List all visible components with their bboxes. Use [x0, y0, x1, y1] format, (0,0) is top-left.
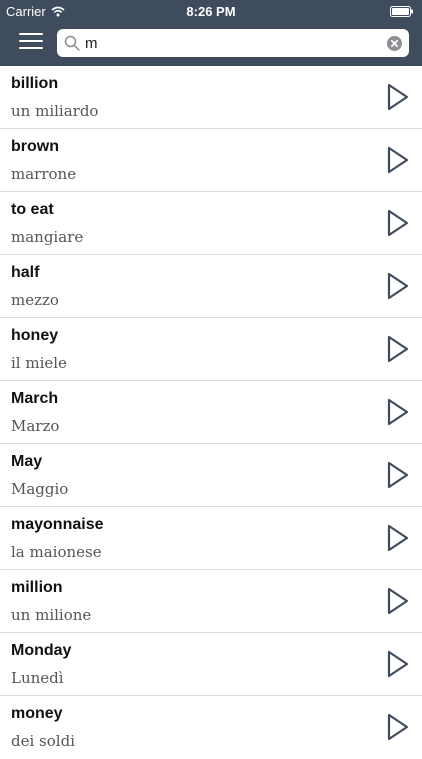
list-item[interactable]: mayonnaise la maionese: [0, 507, 422, 570]
english-word: to eat: [11, 201, 54, 218]
list-item[interactable]: Monday Lunedì: [0, 633, 422, 696]
list-item[interactable]: million un milione: [0, 570, 422, 633]
italian-translation: un milione: [11, 606, 92, 624]
italian-translation: mangiare: [11, 228, 84, 246]
play-icon[interactable]: [386, 334, 410, 364]
menu-line: [19, 40, 43, 42]
italian-translation: marrone: [11, 165, 77, 183]
play-icon[interactable]: [386, 82, 410, 112]
status-time: 8:26 PM: [186, 4, 236, 19]
search-box[interactable]: [57, 29, 409, 57]
play-icon[interactable]: [386, 397, 410, 427]
word-list: billion un miliardo brown marrone to eat…: [0, 66, 422, 759]
list-item[interactable]: honey il miele: [0, 318, 422, 381]
italian-translation: Maggio: [11, 480, 69, 498]
english-word: brown: [11, 138, 59, 155]
play-icon[interactable]: [386, 712, 410, 742]
nav-bar: [0, 22, 422, 66]
english-word: honey: [11, 327, 59, 344]
english-word: million: [11, 579, 63, 596]
list-item[interactable]: half mezzo: [0, 255, 422, 318]
english-word: May: [11, 453, 43, 470]
english-word: Monday: [11, 642, 72, 659]
italian-translation: Marzo: [11, 417, 60, 435]
italian-translation: il miele: [11, 354, 67, 372]
list-item[interactable]: to eat mangiare: [0, 192, 422, 255]
menu-line: [19, 33, 43, 35]
play-icon[interactable]: [386, 208, 410, 238]
english-word: mayonnaise: [11, 516, 104, 533]
list-item[interactable]: March Marzo: [0, 381, 422, 444]
search-input[interactable]: [85, 29, 375, 57]
play-icon[interactable]: [386, 649, 410, 679]
italian-translation: mezzo: [11, 291, 59, 309]
play-icon[interactable]: [386, 271, 410, 301]
list-item[interactable]: May Maggio: [0, 444, 422, 507]
hamburger-icon[interactable]: [19, 33, 43, 53]
play-icon[interactable]: [386, 523, 410, 553]
play-icon[interactable]: [386, 586, 410, 616]
english-word: half: [11, 264, 40, 281]
play-icon[interactable]: [386, 145, 410, 175]
status-bar: Carrier 8:26 PM: [0, 0, 422, 22]
english-word: March: [11, 390, 59, 407]
list-item[interactable]: brown marrone: [0, 129, 422, 192]
english-word: money: [11, 705, 63, 722]
english-word: billion: [11, 75, 59, 92]
italian-translation: Lunedì: [11, 669, 64, 687]
play-icon[interactable]: [386, 460, 410, 490]
search-icon: [64, 35, 80, 51]
italian-translation: dei soldi: [11, 732, 75, 750]
clear-icon[interactable]: [387, 36, 402, 51]
italian-translation: un miliardo: [11, 102, 99, 120]
menu-line: [19, 47, 43, 49]
italian-translation: la maionese: [11, 543, 102, 561]
list-item[interactable]: billion un miliardo: [0, 66, 422, 129]
app-header: Carrier 8:26 PM: [0, 0, 422, 66]
battery-icon: [390, 6, 413, 17]
